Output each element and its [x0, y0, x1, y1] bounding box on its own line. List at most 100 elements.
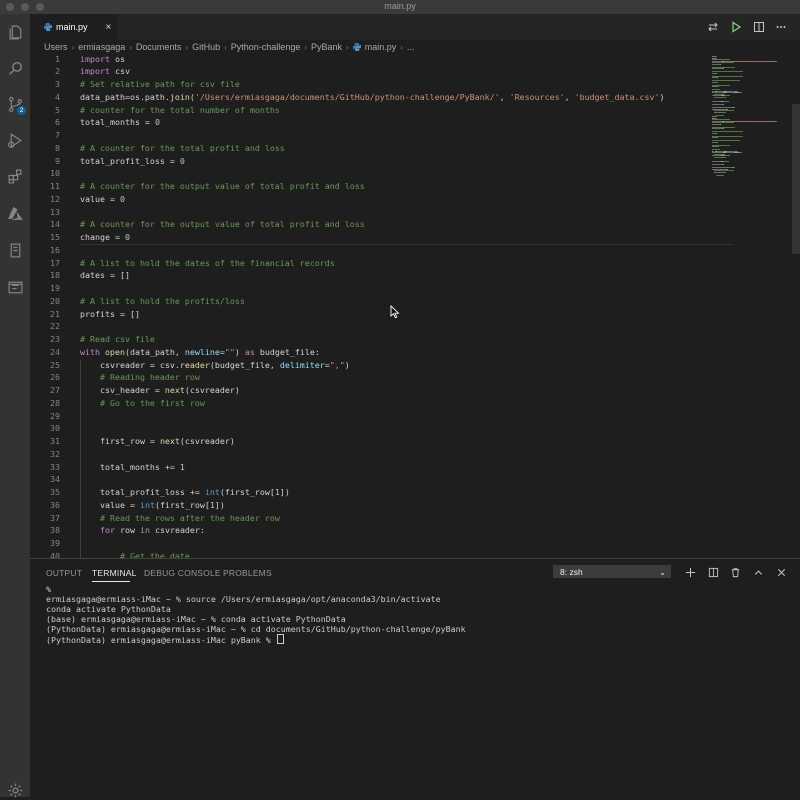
- tab-problems[interactable]: PROBLEMS: [223, 568, 272, 578]
- tab-terminal[interactable]: TERMINAL: [92, 568, 137, 578]
- code-text[interactable]: # A counter for the output value of tota…: [80, 180, 365, 193]
- code-line[interactable]: 4 data_path=os.path.join('/Users/ermiasga…: [30, 91, 800, 104]
- code-line[interactable]: 3 # Set relative path for csv file: [30, 78, 800, 91]
- code-line[interactable]: 13: [30, 206, 800, 219]
- code-text[interactable]: # A counter for the total profit and los…: [80, 142, 285, 155]
- extensions-icon[interactable]: [5, 166, 25, 186]
- tab-debug-console[interactable]: DEBUG CONSOLE: [144, 568, 221, 578]
- code-text[interactable]: dates = []: [80, 269, 130, 282]
- code-text[interactable]: # Read csv file: [80, 333, 155, 346]
- tab-output[interactable]: OUTPUT: [46, 568, 82, 578]
- code-editor[interactable]: 1 import os 2 import csv 3 # Set relative pat…: [30, 54, 800, 558]
- code-line[interactable]: 24 with open(data_path, newline="") as bu…: [30, 346, 800, 359]
- code-text[interactable]: value = int(first_row[1]): [80, 499, 225, 512]
- code-line[interactable]: 2 import csv: [30, 65, 800, 78]
- code-text[interactable]: # counter for the total number of months: [80, 104, 280, 117]
- code-line[interactable]: 34: [30, 473, 800, 486]
- code-text[interactable]: # Read the rows after the header row: [80, 512, 280, 525]
- code-line[interactable]: 11 # A counter for the output value of to…: [30, 180, 800, 193]
- code-text[interactable]: # A list to hold the profits/loss: [80, 295, 245, 308]
- code-line[interactable]: 21 profits = []: [30, 308, 800, 321]
- breadcrumb-item[interactable]: PyBank: [311, 42, 342, 52]
- code-line[interactable]: 15 change = 0: [30, 231, 800, 244]
- code-text[interactable]: total_months = 0: [80, 116, 160, 129]
- kill-terminal-trash-icon[interactable]: [728, 565, 742, 579]
- code-text[interactable]: total_profit_loss += int(first_row[1]): [80, 486, 290, 499]
- code-line[interactable]: 7: [30, 129, 800, 142]
- tab-main-py[interactable]: main.py ×: [30, 14, 118, 40]
- code-text[interactable]: change = 0: [80, 231, 130, 244]
- minimap[interactable]: [712, 54, 792, 558]
- code-line[interactable]: 8 # A counter for the total profit and lo…: [30, 142, 800, 155]
- terminal-select[interactable]: 8: zsh ⌄: [553, 565, 671, 578]
- code-text[interactable]: # Reading header row: [80, 371, 200, 384]
- code-text[interactable]: profits = []: [80, 308, 140, 321]
- run-debug-icon[interactable]: [5, 130, 25, 150]
- tab-close-icon[interactable]: ×: [106, 22, 112, 33]
- open-changes-icon[interactable]: [706, 20, 720, 34]
- code-line[interactable]: 6 total_months = 0: [30, 116, 800, 129]
- more-actions-icon[interactable]: [774, 20, 788, 34]
- code-line[interactable]: 25 csvreader = csv.reader(budget_file, d…: [30, 359, 800, 372]
- code-line[interactable]: 5 # counter for the total number of month…: [30, 104, 800, 117]
- code-line[interactable]: 32: [30, 448, 800, 461]
- close-panel-icon[interactable]: [774, 565, 788, 579]
- code-line[interactable]: 35 total_profit_loss += int(first_row[1]…: [30, 486, 800, 499]
- code-line[interactable]: 28 # Go to the first row: [30, 397, 800, 410]
- code-text[interactable]: data_path=os.path.join('/Users/ermiasgag…: [80, 91, 665, 104]
- code-line[interactable]: 1 import os: [30, 54, 800, 65]
- code-line[interactable]: 16: [30, 244, 800, 257]
- code-text[interactable]: total_profit_loss = 0: [80, 155, 185, 168]
- breadcrumb-item[interactable]: ...: [407, 42, 415, 52]
- breadcrumb-item[interactable]: Documents: [136, 42, 182, 52]
- breadcrumb-item[interactable]: Python-challenge: [231, 42, 301, 52]
- code-line[interactable]: 33 total_months += 1: [30, 461, 800, 474]
- run-python-file-icon[interactable]: [729, 20, 743, 34]
- maximize-panel-icon[interactable]: [751, 565, 765, 579]
- code-line[interactable]: 10: [30, 167, 800, 180]
- code-text[interactable]: import os: [80, 54, 125, 65]
- split-editor-icon[interactable]: [752, 20, 766, 34]
- breadcrumb-item[interactable]: ermiasgaga: [78, 42, 125, 52]
- code-line[interactable]: 20 # A list to hold the profits/loss: [30, 295, 800, 308]
- code-line[interactable]: 18 dates = []: [30, 269, 800, 282]
- code-line[interactable]: 36 value = int(first_row[1]): [30, 499, 800, 512]
- split-terminal-icon[interactable]: [706, 565, 720, 579]
- code-text[interactable]: # Set relative path for csv file: [80, 78, 240, 91]
- code-line[interactable]: 23 # Read csv file: [30, 333, 800, 346]
- explorer-icon[interactable]: [5, 22, 25, 42]
- code-text[interactable]: with open(data_path, newline="") as budg…: [80, 346, 320, 359]
- breadcrumb-item[interactable]: main.py: [365, 42, 397, 52]
- editor-scrollbar[interactable]: [792, 54, 800, 558]
- code-line[interactable]: 19: [30, 282, 800, 295]
- azure-icon[interactable]: [5, 203, 25, 223]
- remote-explorer-icon[interactable]: [5, 277, 25, 297]
- code-line[interactable]: 37 # Read the rows after the header row: [30, 512, 800, 525]
- code-text[interactable]: csvreader = csv.reader(budget_file, deli…: [80, 359, 350, 372]
- new-terminal-icon[interactable]: [683, 565, 697, 579]
- code-line[interactable]: 14 # A counter for the output value of to…: [30, 218, 800, 231]
- code-line[interactable]: 29: [30, 410, 800, 423]
- code-text[interactable]: # A list to hold the dates of the financ…: [80, 257, 335, 270]
- code-text[interactable]: # Get the date: [80, 550, 190, 558]
- book-icon[interactable]: [5, 240, 25, 260]
- code-line[interactable]: 26 # Reading header row: [30, 371, 800, 384]
- code-line[interactable]: 9 total_profit_loss = 0: [30, 155, 800, 168]
- code-line[interactable]: 31 first_row = next(csvreader): [30, 435, 800, 448]
- code-text[interactable]: # Go to the first row: [80, 397, 205, 410]
- code-line[interactable]: 22: [30, 320, 800, 333]
- breadcrumb-item[interactable]: GitHub: [192, 42, 220, 52]
- code-text[interactable]: # A counter for the output value of tota…: [80, 218, 365, 231]
- code-line[interactable]: 38 for row in csvreader:: [30, 524, 800, 537]
- scrollbar-thumb[interactable]: [792, 104, 800, 254]
- code-line[interactable]: 27 csv_header = next(csvreader): [30, 384, 800, 397]
- breadcrumb-item[interactable]: Users: [44, 42, 68, 52]
- code-text[interactable]: for row in csvreader:: [80, 524, 205, 537]
- code-line[interactable]: 17 # A list to hold the dates of the fina…: [30, 257, 800, 270]
- code-text[interactable]: total_months += 1: [80, 461, 185, 474]
- settings-gear-icon[interactable]: [5, 780, 25, 800]
- code-text[interactable]: value = 0: [80, 193, 125, 206]
- code-text[interactable]: import csv: [80, 65, 130, 78]
- code-line[interactable]: 39: [30, 537, 800, 550]
- code-line[interactable]: 30: [30, 422, 800, 435]
